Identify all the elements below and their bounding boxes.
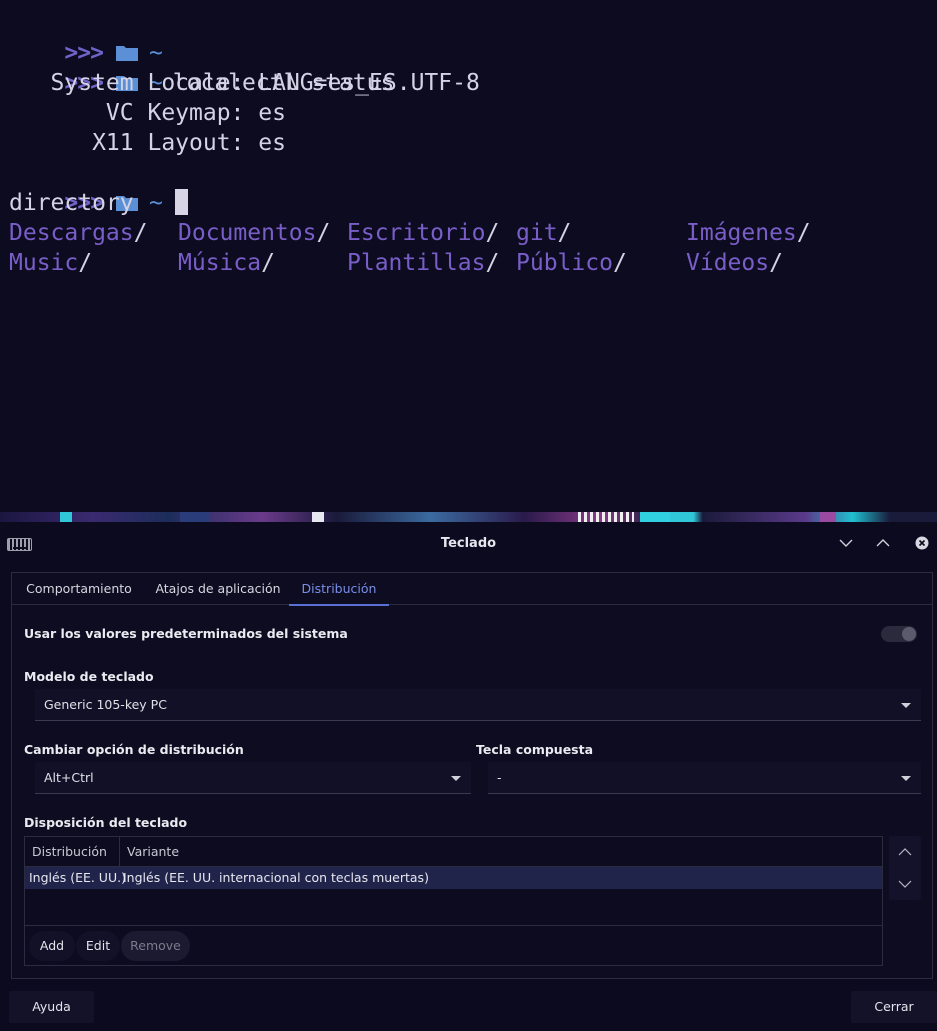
terminal-output-line: X11 Layout: es (9, 130, 286, 156)
directory-item[interactable]: git/ (516, 218, 571, 248)
system-defaults-label: Usar los valores predeterminados del sis… (24, 626, 348, 641)
directory-item[interactable]: Music/ (9, 248, 92, 278)
text-cursor (174, 189, 188, 215)
terminal-output-line: VC Keymap: es (9, 100, 286, 126)
switch-option-select[interactable]: Alt+Ctrl (35, 762, 471, 794)
tab-comportamiento[interactable]: Comportamiento (17, 573, 141, 605)
chevron-down-icon (839, 539, 853, 547)
table-footer-divider (25, 925, 882, 926)
home-symbol: ~ (148, 190, 163, 216)
directory-item[interactable]: Descargas/ (9, 218, 147, 248)
terminal-command-line: >>> ~ localectl status (9, 38, 394, 96)
close-dialog-button[interactable]: Cerrar (851, 991, 937, 1023)
compose-key-select[interactable]: - (488, 762, 921, 794)
compose-key-label: Tecla compuesta (476, 742, 594, 757)
minimize-button[interactable] (836, 533, 856, 553)
table-row[interactable]: Inglés (EE. UU.) Inglés (EE. UU. interna… (25, 867, 882, 889)
window-title: Teclado (440, 536, 497, 551)
directory-item[interactable]: Público/ (516, 248, 627, 278)
terminal-current-prompt: >>> ~ (9, 158, 188, 216)
dropdown-arrow-icon (901, 703, 911, 708)
directory-item[interactable]: Vídeos/ (686, 248, 783, 278)
directory-heading: directory (9, 190, 134, 216)
keyboard-model-value: Generic 105-key PC (44, 697, 167, 712)
tab-atajos[interactable]: Atajos de aplicación (149, 573, 287, 605)
edit-button[interactable]: Edit (76, 931, 120, 961)
remove-button[interactable]: Remove (121, 931, 190, 961)
help-button[interactable]: Ayuda (9, 991, 94, 1023)
layout-table: Distribución Variante Inglés (EE. UU.) I… (24, 836, 883, 966)
dropdown-arrow-icon (901, 776, 911, 781)
switch-option-label: Cambiar opción de distribución (24, 742, 244, 757)
directory-item[interactable]: Documentos/ (178, 218, 330, 248)
move-up-icon[interactable] (897, 844, 913, 860)
add-button[interactable]: Add (29, 931, 75, 961)
switch-option-value: Alt+Ctrl (44, 770, 94, 785)
row-variant: Inglés (EE. UU. internacional con teclas… (123, 870, 429, 885)
tab-bar: Comportamiento Atajos de aplicación Dist… (12, 573, 932, 606)
directory-item[interactable]: Plantillas/ (347, 248, 499, 278)
dropdown-arrow-icon (451, 776, 461, 781)
title-bar[interactable]: Teclado (0, 522, 937, 564)
keyboard-model-label: Modelo de teclado (24, 669, 154, 684)
system-defaults-toggle[interactable] (881, 626, 917, 642)
directory-item[interactable]: Imágenes/ (686, 218, 811, 248)
keyboard-model-select[interactable]: Generic 105-key PC (35, 689, 921, 721)
reorder-buttons (889, 836, 921, 900)
terminal-window[interactable]: >>> ~ >>> ~ localectl status System Locale:… (0, 0, 937, 512)
chevron-up-icon (876, 539, 890, 547)
compose-key-value: - (497, 770, 502, 785)
column-header-distribucion[interactable]: Distribución (25, 837, 119, 866)
row-distribution: Inglés (EE. UU.) (29, 870, 126, 885)
keyboard-layout-label: Disposición del teclado (24, 815, 188, 830)
keyboard-settings-dialog: Teclado Comportamiento Atajos de aplicac… (0, 522, 937, 1031)
desktop-wallpaper-strip (0, 512, 937, 522)
directory-item[interactable]: Escritorio/ (347, 218, 499, 248)
maximize-button[interactable] (873, 533, 893, 553)
move-down-icon[interactable] (897, 876, 913, 892)
tab-distribucion[interactable]: Distribución (289, 573, 389, 606)
column-header-variante[interactable]: Variante (120, 837, 820, 866)
directory-item[interactable]: Música/ (178, 248, 275, 278)
terminal-prompt-line: >>> ~ (9, 8, 173, 66)
close-icon (915, 536, 929, 550)
terminal-output-line: System Locale: LANG=es_ES.UTF-8 (9, 70, 480, 96)
close-button[interactable] (912, 533, 932, 553)
settings-panel: Comportamiento Atajos de aplicación Dist… (11, 572, 933, 979)
